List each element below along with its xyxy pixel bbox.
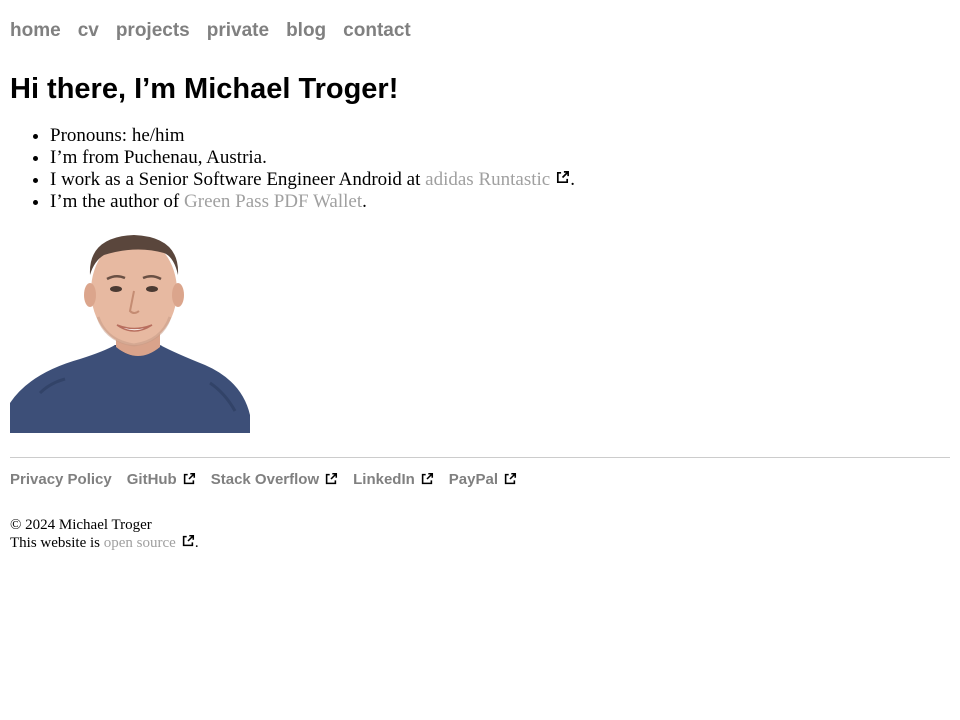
origin-text: I’m from Puchenau, Austria. xyxy=(50,147,267,168)
privacy-policy-link[interactable]: Privacy Policy xyxy=(10,471,112,488)
employer-link-label: adidas Runtastic xyxy=(425,169,551,190)
copyright-text: © 2024 Michael Troger xyxy=(10,517,152,533)
footer-divider xyxy=(10,457,950,458)
employer-link[interactable]: adidas Runtastic xyxy=(425,169,570,190)
paypal-link-label: PayPal xyxy=(448,470,499,488)
intro-list: Pronouns: he/him I’m from Puchenau, Aust… xyxy=(10,125,575,213)
list-item-origin: I’m from Puchenau, Austria. xyxy=(50,147,575,169)
main-nav: home cv projects private blog contact xyxy=(10,18,428,44)
author-text: I’m the author of xyxy=(50,191,185,212)
external-link-icon xyxy=(324,472,338,486)
footer-links: Privacy Policy GitHub Stack Overflow Lin… xyxy=(10,469,532,489)
source-prefix: This website is xyxy=(10,535,104,551)
stackoverflow-link-label: Stack Overflow xyxy=(210,470,320,488)
external-link-icon xyxy=(503,472,517,486)
app-link[interactable]: Green Pass PDF Wallet xyxy=(184,191,362,212)
linkedin-link-label: LinkedIn xyxy=(353,470,415,488)
list-item-author: I’m the author of Green Pass PDF Wallet. xyxy=(50,191,575,213)
portrait-photo xyxy=(10,233,250,433)
copyright-block: © 2024 Michael Troger This website is op… xyxy=(10,516,199,552)
list-item-pronouns: Pronouns: he/him xyxy=(50,125,575,147)
list-item-work: I work as a Senior Software Engineer And… xyxy=(50,169,575,191)
author-suffix: . xyxy=(362,191,367,212)
external-link-icon xyxy=(555,170,570,185)
nav-home[interactable]: home xyxy=(10,18,61,44)
external-link-icon xyxy=(420,472,434,486)
work-suffix: . xyxy=(570,169,575,190)
nav-blog[interactable]: blog xyxy=(286,18,326,44)
open-source-link-label: open source xyxy=(103,535,176,551)
pronouns-text: Pronouns: he/him xyxy=(50,125,185,146)
nav-projects[interactable]: projects xyxy=(116,18,190,44)
source-suffix: . xyxy=(194,535,199,551)
external-link-icon xyxy=(181,534,195,548)
external-link-icon xyxy=(182,472,196,486)
nav-contact[interactable]: contact xyxy=(343,18,411,44)
work-text: I work as a Senior Software Engineer And… xyxy=(50,169,426,190)
linkedin-link[interactable]: LinkedIn xyxy=(353,471,434,488)
paypal-link[interactable]: PayPal xyxy=(449,471,517,488)
stackoverflow-link[interactable]: Stack Overflow xyxy=(211,471,338,488)
nav-cv[interactable]: cv xyxy=(78,18,99,44)
open-source-link[interactable]: open source xyxy=(103,534,195,551)
source-line: This website is open source. xyxy=(10,534,199,552)
github-link[interactable]: GitHub xyxy=(127,471,196,488)
nav-private[interactable]: private xyxy=(207,18,269,44)
page-title: Hi there, I’m Michael Troger! xyxy=(10,73,399,105)
github-link-label: GitHub xyxy=(126,470,177,488)
